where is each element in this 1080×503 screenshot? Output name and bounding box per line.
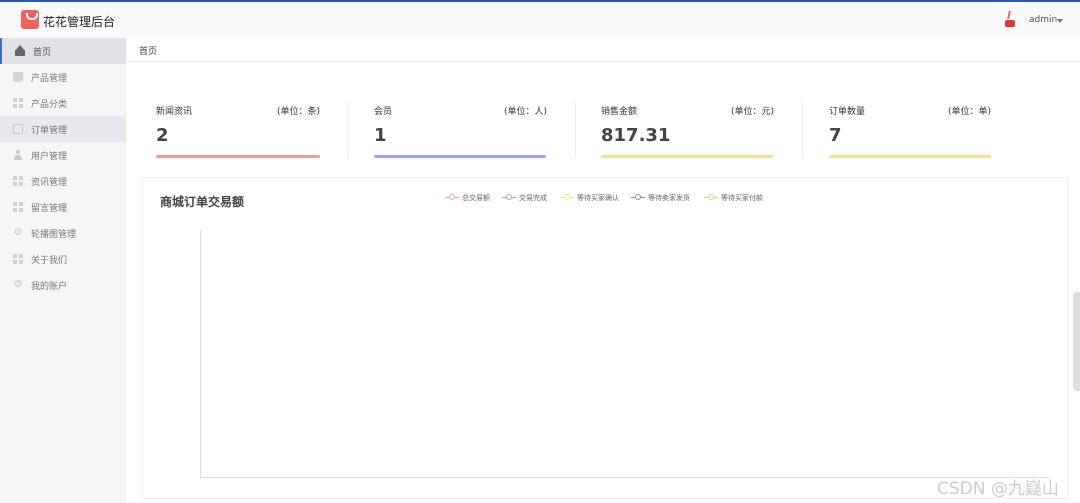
sidebar-item-about-us[interactable]: 关于我们 — [0, 246, 126, 272]
watermark-text: CSDN @九嶷山 — [937, 479, 1059, 499]
sidebar-item-product-categories[interactable]: 产品分类 — [0, 90, 126, 116]
stat-divider — [802, 102, 803, 158]
stat-value: 817.31 — [601, 125, 671, 146]
user-icon — [13, 150, 23, 160]
java-cup-avatar-icon[interactable] — [1003, 10, 1017, 30]
sidebar-item-label: 首页 — [33, 48, 52, 58]
legend-marker-icon — [708, 194, 714, 200]
sidebar-item-label: 用户管理 — [31, 152, 68, 162]
stat-sales-card: 销售金额 (单位：元) 817.31 — [601, 104, 774, 160]
gear-icon: ⚙ — [13, 279, 23, 290]
stat-unit: (单位：单) — [947, 107, 991, 117]
sidebar-item-orders[interactable]: 订单管理 — [0, 116, 126, 142]
home-icon — [15, 45, 25, 56]
sidebar-item-users[interactable]: 用户管理 — [0, 142, 126, 168]
legend-marker-icon — [564, 194, 570, 200]
gear-icon: ⚙ — [13, 227, 23, 238]
legend-label: 交易完成 — [519, 194, 547, 202]
stat-news-card: 新闻资讯 (单位：条) 2 — [156, 104, 320, 160]
legend-marker-icon — [449, 194, 455, 200]
stat-unit: (单位：元) — [730, 107, 774, 117]
stat-value: 2 — [156, 125, 169, 146]
chart-title: 商城订单交易额 — [160, 195, 245, 209]
product-icon — [13, 72, 23, 82]
sidebar-nav: 首页 产品管理 产品分类 订单管理 用户管理 资讯管理 留言管理 ⚙ 轮播图管理 … — [0, 38, 126, 503]
sidebar-item-label: 订单管理 — [31, 126, 68, 136]
sidebar-item-label: 留言管理 — [31, 204, 68, 214]
stat-value: 1 — [374, 125, 387, 146]
breadcrumb-bar: 首页 — [126, 38, 1080, 62]
sidebar-item-home[interactable]: 首页 — [0, 38, 126, 64]
top-header: 花花管理后台 admin — [0, 2, 1080, 38]
app-title: 花花管理后台 — [43, 15, 116, 29]
sidebar-item-label: 关于我们 — [31, 256, 68, 266]
sidebar-item-news[interactable]: 资讯管理 — [0, 168, 126, 194]
stat-members-card: 会员 (单位：人) 1 — [374, 104, 547, 160]
stat-progress-bar — [374, 155, 546, 158]
side-floating-tab[interactable] — [1073, 292, 1080, 391]
username-dropdown[interactable]: admin — [1029, 15, 1057, 25]
breadcrumb[interactable]: 首页 — [139, 44, 157, 57]
sidebar-item-label: 我的账户 — [31, 282, 68, 292]
legend-label: 等待买家确认 — [577, 194, 619, 202]
stat-title: 销售金额 — [601, 107, 638, 117]
document-icon — [13, 124, 23, 134]
dashboard-main: 新闻资讯 (单位：条) 2 会员 (单位：人) 1 销售金额 (单位：元) 81… — [126, 62, 1080, 503]
sidebar-item-my-account[interactable]: ⚙ 我的账户 — [0, 272, 126, 298]
stat-unit: (单位：人) — [503, 107, 547, 117]
stat-unit: (单位：条) — [276, 107, 320, 117]
stat-title: 新闻资讯 — [156, 107, 193, 117]
order-transaction-chart: 商城订单交易额 总交易额 交易完成 等待买家确认 等待卖家发货 等待买家付款 — [142, 177, 1068, 499]
legend-marker-icon — [635, 194, 641, 200]
sidebar-item-label: 产品管理 — [31, 74, 68, 84]
legend-label: 等待买家付款 — [721, 194, 763, 202]
sidebar-item-label: 产品分类 — [31, 100, 68, 110]
grid-icon — [13, 254, 23, 264]
sidebar-item-carousel[interactable]: ⚙ 轮播图管理 — [0, 220, 126, 246]
stat-orders-card: 订单数量 (单位：单) 7 — [829, 104, 991, 160]
stat-progress-bar — [156, 155, 320, 158]
sidebar-item-label: 轮播图管理 — [31, 230, 77, 240]
stat-title: 会员 — [374, 107, 393, 117]
stat-progress-bar — [829, 155, 991, 158]
chevron-down-icon[interactable] — [1057, 19, 1063, 23]
stat-divider — [575, 102, 576, 158]
chart-y-axis — [200, 230, 201, 478]
grid-icon — [13, 176, 23, 186]
stat-value: 7 — [829, 125, 842, 146]
shopping-bag-logo-icon — [21, 10, 39, 29]
chart-x-axis — [200, 477, 1049, 478]
stat-title: 订单数量 — [829, 107, 866, 117]
stat-progress-bar — [601, 155, 773, 158]
legend-label: 总交易额 — [462, 194, 490, 202]
sidebar-item-label: 资讯管理 — [31, 178, 68, 188]
grid-icon — [13, 202, 23, 212]
grid-icon — [13, 98, 23, 108]
legend-marker-icon — [506, 194, 512, 200]
sidebar-item-messages[interactable]: 留言管理 — [0, 194, 126, 220]
sidebar-item-products[interactable]: 产品管理 — [0, 64, 126, 90]
stat-divider — [347, 102, 348, 158]
legend-label: 等待卖家发货 — [648, 194, 690, 202]
